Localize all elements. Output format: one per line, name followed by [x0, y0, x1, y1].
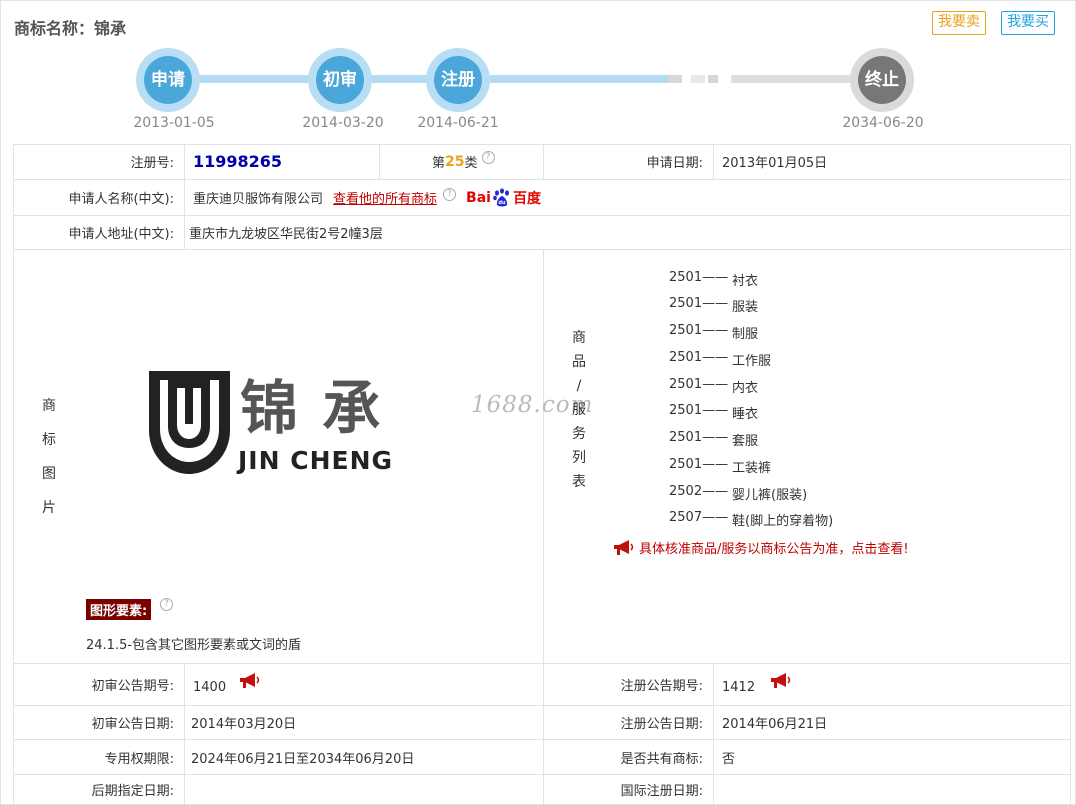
timeline-date: 2034-06-20: [842, 115, 924, 131]
goods-code: 2501——: [669, 430, 729, 445]
applicant-cell: 重庆迪贝服饰有限公司 查看他的所有商标 ? Bai du 百度: [185, 180, 1071, 216]
figure-element-desc: 24.1.5-包含其它图形要素或文词的盾: [86, 638, 302, 653]
class-number: 25: [445, 153, 465, 170]
address-value: 重庆市九龙坡区华民街2号2幢3层: [185, 216, 1071, 250]
buy-button[interactable]: 我要买: [1001, 11, 1055, 35]
apply-date-value: 2013年01月05日: [714, 144, 1071, 180]
page-title: 商标名称：锦承: [14, 19, 127, 38]
timeline-dash: [668, 75, 682, 83]
goods-section-label: 商 品 / 服 务 列 表: [572, 330, 586, 490]
logo-english-text: JIN CHENG: [238, 446, 394, 475]
timeline-progress: [170, 75, 668, 83]
prelim-no-label: 初审公告期号:: [13, 664, 185, 706]
megaphone-icon: [614, 539, 634, 555]
goods-notice-link[interactable]: 具体核准商品/服务以商标公告为准，点击查看!: [612, 538, 909, 557]
timeline-dash: [691, 75, 705, 83]
goods-code: 2501——: [669, 323, 729, 338]
prelim-date-label: 初审公告日期:: [13, 706, 185, 740]
timeline-date: 2014-06-21: [417, 115, 499, 131]
goods-name: 制服: [732, 327, 759, 342]
intl-reg-date-label: 国际注册日期:: [544, 775, 714, 805]
goods-code: 2502——: [669, 484, 729, 499]
goods-name: 工装裤: [732, 461, 772, 476]
reg-no-label: 注册号:: [13, 144, 185, 180]
timeline-step-prelim: 初审: [308, 48, 372, 112]
reg-no-value: 11998265: [193, 152, 283, 171]
reg-date-label: 注册公告日期:: [544, 706, 714, 740]
logo-chinese-text: 锦 承: [240, 374, 383, 442]
timeline-dash: [708, 75, 718, 83]
paw-icon: du: [493, 187, 509, 206]
later-designation-label: 后期指定日期:: [13, 775, 185, 805]
baidu-search-link[interactable]: Bai du 百度: [466, 187, 541, 208]
megaphone-icon[interactable]: [769, 672, 793, 690]
goods-name: 鞋(脚上的穿着物): [732, 514, 834, 529]
help-icon[interactable]: ?: [481, 151, 495, 164]
help-icon[interactable]: ?: [443, 188, 457, 201]
timeline-date: 2013-01-05: [133, 115, 215, 131]
goods-code: 2501——: [669, 377, 729, 392]
intl-reg-date-value: [714, 775, 1071, 805]
goods-code: 2501——: [669, 270, 729, 285]
goods-code: 2501——: [669, 403, 729, 418]
goods-services-section: [544, 250, 1071, 664]
reg-no-cell: 11998265: [185, 144, 380, 180]
apply-date-label: 申请日期:: [544, 144, 714, 180]
view-all-trademarks-link[interactable]: 查看他的所有商标: [333, 188, 437, 207]
megaphone-icon[interactable]: [238, 672, 262, 690]
class-cell: 第 25 类 ?: [380, 144, 544, 180]
image-section-label: 商 标 图 片: [42, 398, 56, 516]
goods-code: 2501——: [669, 457, 729, 472]
prelim-no-value: 1400: [193, 680, 227, 695]
applicant-label: 申请人名称(中文):: [13, 180, 185, 216]
help-icon[interactable]: ?: [160, 598, 173, 611]
goods-code: 2507——: [669, 510, 729, 525]
reg-announce-no-label: 注册公告期号:: [544, 664, 714, 706]
applicant-value: 重庆迪贝服饰有限公司: [193, 192, 324, 207]
svg-text:du: du: [498, 200, 506, 206]
exclusive-term-label: 专用权期限:: [13, 740, 185, 775]
shared-trademark-value: 否: [714, 740, 1071, 775]
goods-name: 睡衣: [732, 407, 759, 422]
goods-code: 2501——: [669, 350, 729, 365]
prelim-date-value: 2014年03月20日: [185, 706, 544, 740]
goods-name: 套服: [732, 434, 759, 449]
later-designation-value: [185, 775, 544, 805]
goods-name: 婴儿裤(服装): [732, 488, 808, 503]
figure-element-tag: 图形要素:: [86, 599, 152, 620]
reg-announce-no-cell: 1412: [714, 664, 1071, 706]
exclusive-term-value: 2024年06月21日至2034年06月20日: [185, 740, 544, 775]
timeline-date: 2014-03-20: [302, 115, 384, 131]
goods-name: 衬衣: [732, 274, 759, 289]
reg-date-value: 2014年06月21日: [714, 706, 1071, 740]
prelim-no-cell: 1400: [185, 664, 544, 706]
address-label: 申请人地址(中文):: [13, 216, 185, 250]
timeline-step-register: 注册: [426, 48, 490, 112]
sell-button[interactable]: 我要卖: [932, 11, 986, 35]
shared-trademark-label: 是否共有商标:: [544, 740, 714, 775]
goods-code: 2501——: [669, 296, 729, 311]
goods-name: 工作服: [732, 354, 772, 369]
timeline-step-end: 终止: [850, 48, 914, 112]
goods-name: 内衣: [732, 381, 759, 396]
timeline-step-apply: 申请: [136, 48, 200, 112]
goods-name: 服装: [732, 300, 759, 315]
reg-announce-no-value: 1412: [722, 680, 756, 695]
